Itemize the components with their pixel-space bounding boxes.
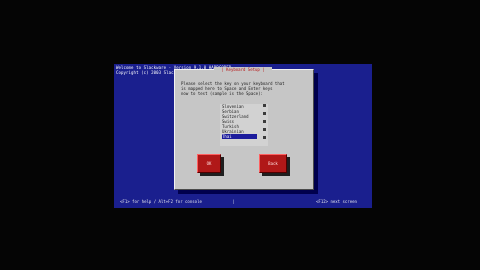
scroll-track-mark <box>263 128 266 131</box>
list-scrollbar[interactable] <box>263 104 266 144</box>
list-item-selected[interactable]: Thai <box>222 134 257 139</box>
footer-separator: | <box>232 199 235 204</box>
scroll-thumb[interactable] <box>263 136 266 139</box>
keyboard-dialog: | Keyboard Setup | Please select the key… <box>174 67 314 190</box>
status-footer: <F1> for help / Alt+F2 for console | <F1… <box>114 198 372 206</box>
ok-button[interactable]: OK <box>197 154 221 173</box>
dialog-prompt: Please select the key on your keyboard t… <box>181 81 285 96</box>
keyboard-list[interactable]: Slovenian Serbian Switzerland Swiss Turk… <box>220 104 268 146</box>
scroll-track-mark <box>263 120 266 123</box>
dialog-title: | Keyboard Setup | <box>214 67 272 73</box>
back-button[interactable]: Back <box>259 154 287 173</box>
installer-screen: Welcome to Slackware - Version 9.1.0 HAR… <box>114 64 372 208</box>
footer-next-text: <F12> next screen <box>316 199 357 204</box>
scroll-arrow-up-icon[interactable] <box>263 104 266 107</box>
scroll-track-mark <box>263 112 266 115</box>
footer-help-text: <F1> for help / Alt+F2 for console <box>120 199 202 204</box>
